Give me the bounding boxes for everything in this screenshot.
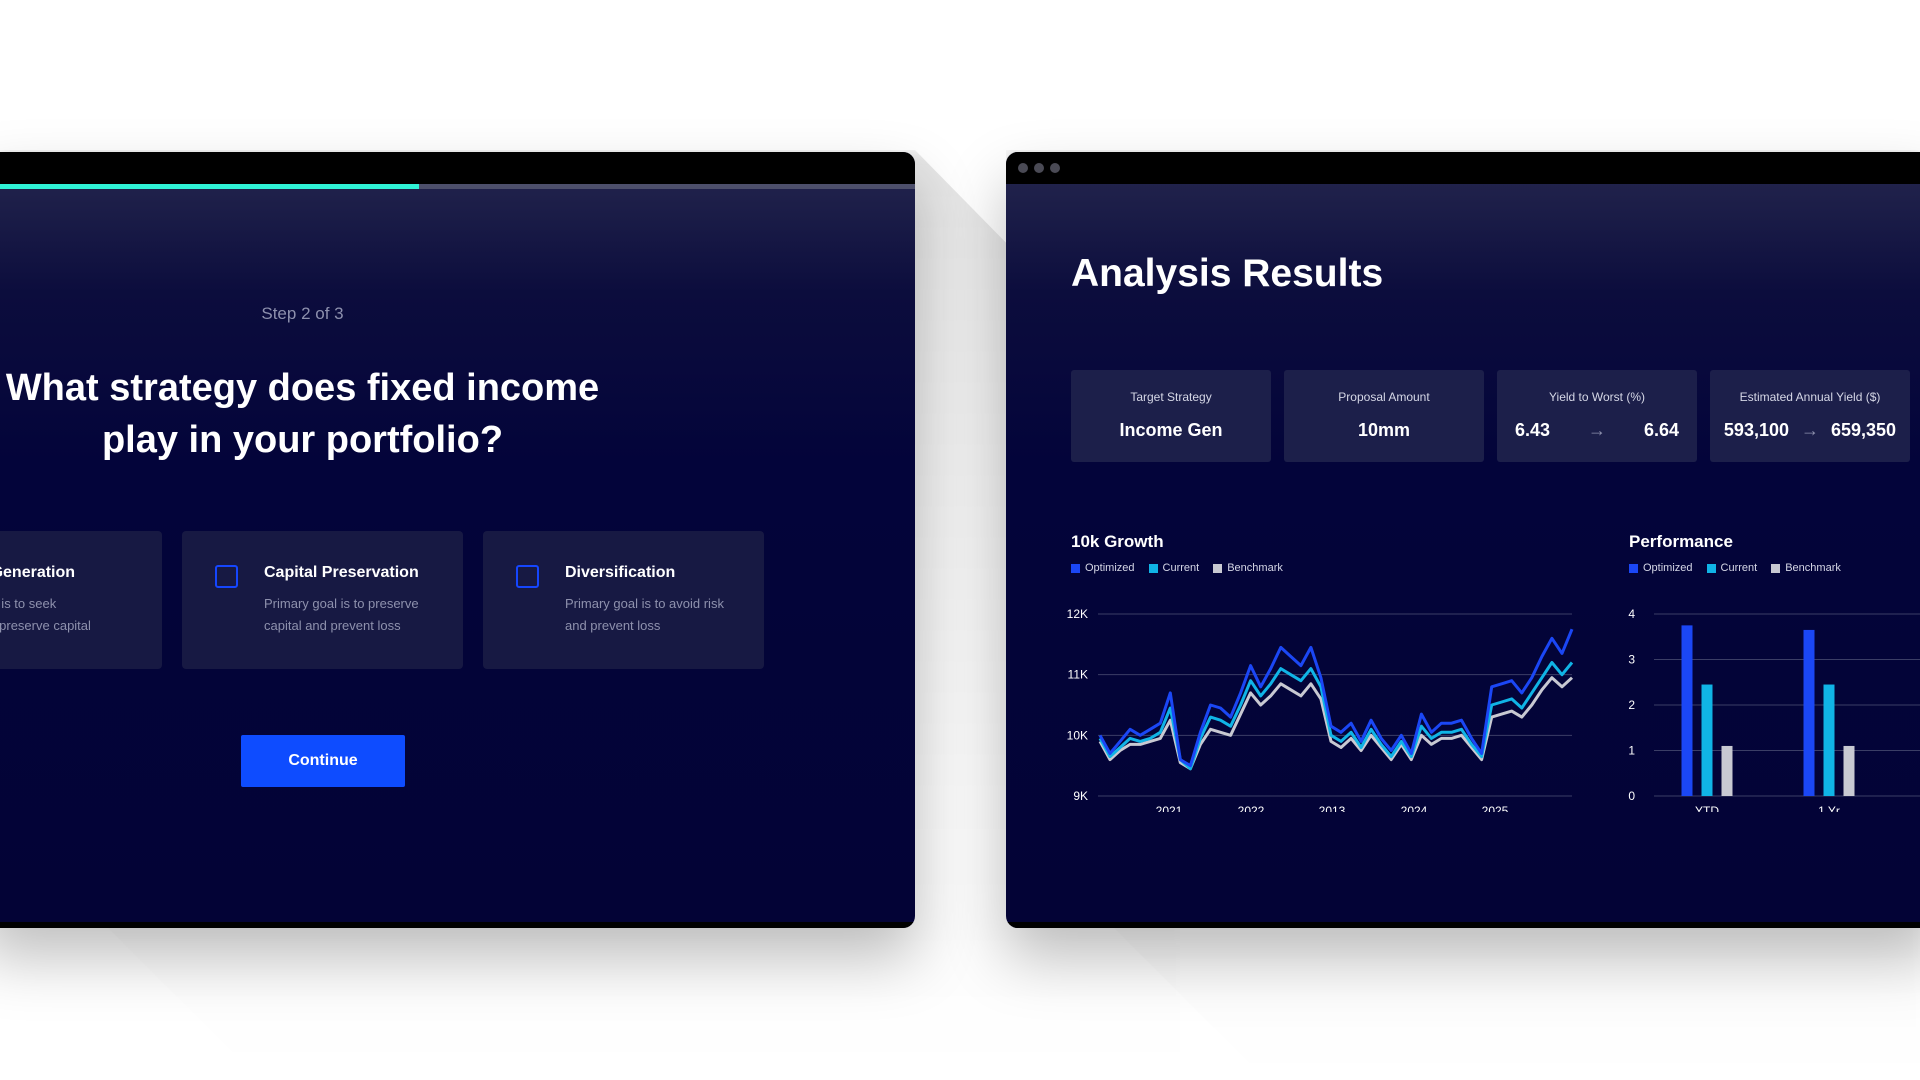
option-description: y goal is to seek e and preserve capital [0,596,91,633]
bar-optimized [1803,629,1815,796]
option-title: Diversification [565,564,676,581]
chart-legend: Optimized Current Benchmark [1629,562,1841,574]
legend-swatch [1629,563,1638,573]
legend-item: Current [1148,562,1200,574]
metric-label: Estimated Annual Yield ($) [1739,390,1881,404]
y-tick-label: 1 [1628,744,1635,758]
legend-item: Optimized [1629,562,1693,574]
option-title: me Generation [0,564,76,581]
maximize-dot-icon[interactable] [1050,163,1060,173]
metric-value-from: 593,100 [1723,420,1789,440]
performance-bar-chart: 4 3 2 1 0 YTD 1 Yr [1628,607,1920,812]
strategy-options: me Generation y goal is to seek e and pr… [0,531,764,669]
title-bar [0,152,915,184]
window-controls [1018,163,1060,173]
legend-label: Current [1720,562,1758,574]
metric-target-strategy: Target Strategy Income Gen [1071,370,1271,462]
chart-legend: Optimized Current Benchmark [1071,562,1283,574]
continue-button[interactable]: Continue [241,735,405,787]
y-tick-label: 0 [1628,789,1635,803]
legend-swatch [1071,563,1080,573]
x-tick-label: 2021 [1156,804,1183,812]
legend-swatch [1213,563,1223,573]
option-diversification[interactable]: Diversification Primary goal is to avoid… [483,531,764,669]
bar-current [1823,684,1835,796]
legend-label: Optimized [1085,562,1135,574]
metrics-row: Target Strategy Income Gen Proposal Amou… [1071,370,1910,462]
arrow-right-icon: → [1801,420,1819,440]
legend-item: Benchmark [1771,562,1841,574]
legend-item: Benchmark [1213,562,1283,574]
window-bottom-edge [1006,922,1920,928]
option-capital-preservation[interactable]: Capital Preservation Primary goal is to … [182,531,463,669]
progress-fill [0,184,420,189]
chart-title: Performance [1629,532,1733,551]
title-bar [1006,152,1920,184]
bar-optimized [1681,625,1693,796]
progress-bar [0,184,915,189]
metric-value: 10mm [1357,420,1411,440]
question-heading: What strategy does fixed income play in … [5,367,600,461]
x-tick-label: 2013 [1319,804,1346,812]
y-tick-label: 3 [1628,653,1635,667]
legend-swatch [1148,563,1158,573]
x-tick-label: 2022 [1238,804,1265,812]
x-tick-label: YTD [1695,804,1719,812]
option-income-generation[interactable]: me Generation y goal is to seek e and pr… [0,531,162,669]
legend-label: Benchmark [1227,562,1283,574]
legend-label: Current [1162,562,1200,574]
metric-proposal-amount: Proposal Amount 10mm [1284,370,1484,462]
legend-item: Optimized [1071,562,1135,574]
legend-item: Current [1706,562,1758,574]
option-title: Capital Preservation [264,564,419,581]
window-bottom-edge [0,922,915,928]
metric-label: Yield to Worst (%) [1548,390,1646,404]
bar-current [1701,684,1713,796]
bar-benchmark [1843,745,1855,796]
option-description: Primary goal is to avoid risk and preven… [565,596,724,633]
growth-line-chart: 12K 11K 10K 9K 2021 2022 2013 2024 2025 [1067,607,1574,812]
y-tick-label: 4 [1628,607,1635,621]
legend-swatch [1706,563,1716,573]
legend-label: Optimized [1643,562,1693,574]
metric-label: Proposal Amount [1338,390,1430,404]
checkbox[interactable] [516,565,539,588]
questionnaire-window: Step 2 of 3 What strategy does fixed inc… [0,152,915,928]
metric-value-from: 6.43 [1514,420,1550,440]
minimize-dot-icon[interactable] [1034,163,1044,173]
legend-swatch [1771,563,1781,573]
series-line-benchmark [1098,676,1574,771]
y-tick-label: 10K [1067,728,1088,742]
x-tick-label: 2025 [1482,804,1509,812]
results-window: Analysis Results Target Strategy Income … [1006,152,1920,928]
metric-label: Target Strategy [1130,390,1212,404]
x-tick-label: 2024 [1401,804,1428,812]
step-indicator: Step 2 of 3 [261,304,344,323]
checkbox[interactable] [215,565,238,588]
metric-value: Income Gen [1119,420,1223,440]
y-tick-label: 2 [1628,698,1635,712]
metric-value-to: 659,350 [1831,420,1897,440]
page-title: Analysis Results [1071,252,1384,295]
y-tick-label: 12K [1067,607,1088,621]
metric-value-to: 6.64 [1644,420,1680,440]
arrow-right-icon: → [1588,420,1606,440]
close-dot-icon[interactable] [1018,163,1028,173]
legend-label: Benchmark [1785,562,1841,574]
y-tick-label: 9K [1073,789,1088,803]
chart-title: 10k Growth [1071,532,1164,551]
metric-annual-yield: Estimated Annual Yield ($) 593,100 → 659… [1710,370,1910,462]
x-tick-label: 1 Yr [1818,804,1840,812]
metric-yield-to-worst: Yield to Worst (%) 6.43 → 6.64 [1497,370,1697,462]
option-description: Primary goal is to preserve capital and … [264,596,419,633]
y-tick-label: 11K [1068,668,1088,682]
bar-benchmark [1721,745,1733,796]
